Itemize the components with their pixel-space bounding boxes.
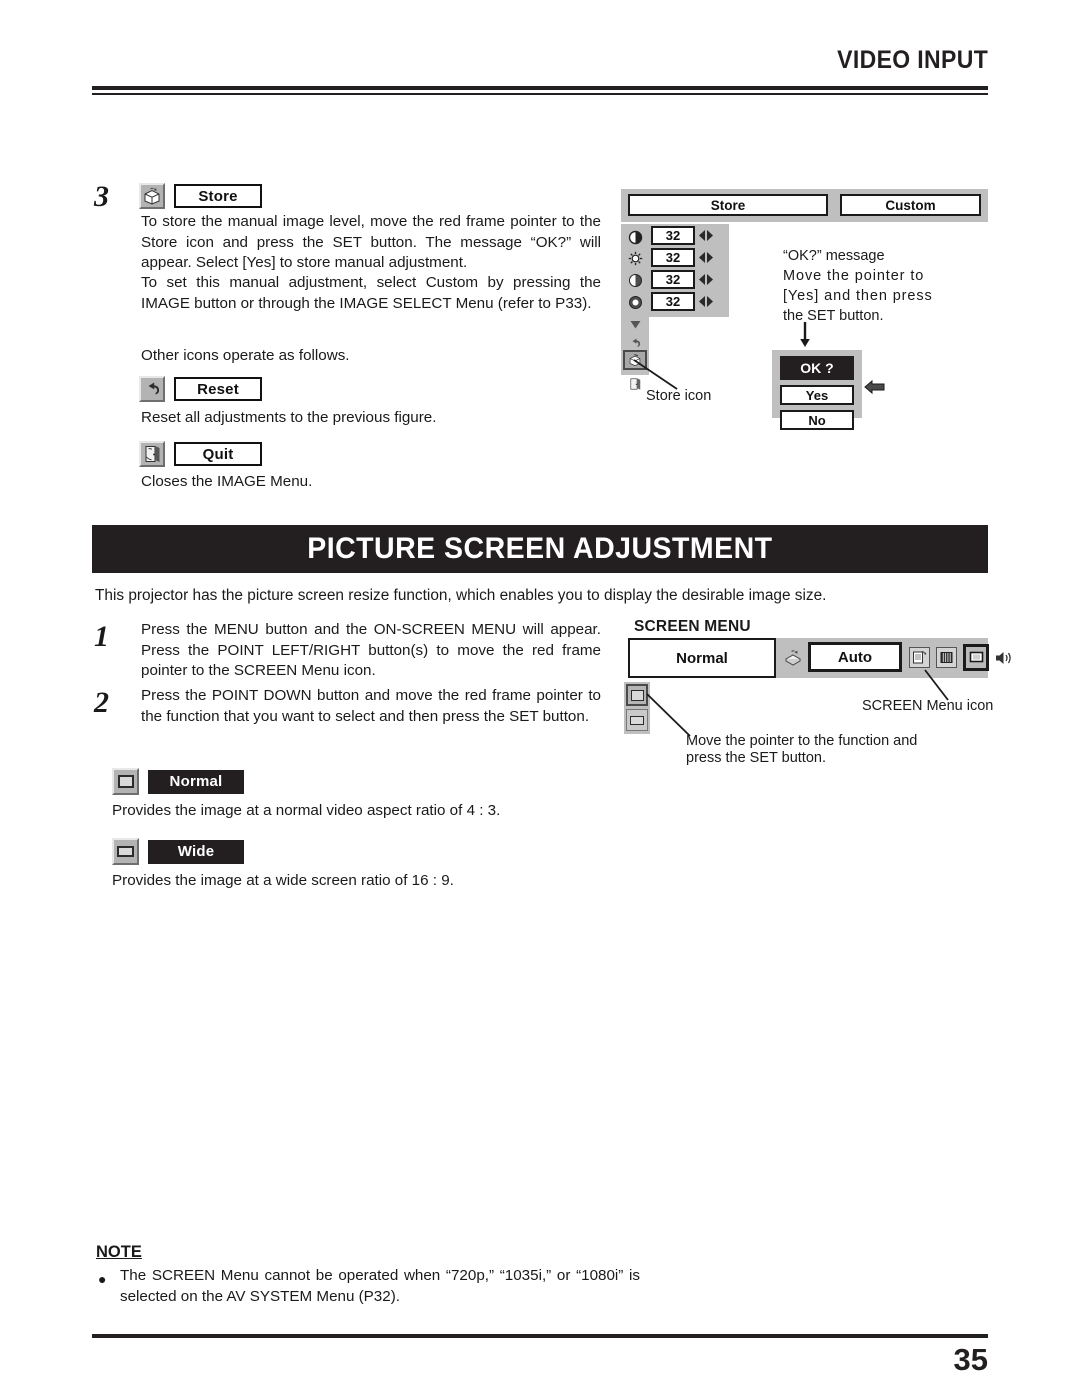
quit-description: Closes the IMAGE Menu. bbox=[141, 473, 313, 490]
image-select-icon[interactable] bbox=[909, 647, 930, 668]
screen-menu-auto[interactable]: Auto bbox=[808, 642, 902, 672]
store-box-icon bbox=[139, 183, 165, 209]
tint-icon[interactable] bbox=[624, 291, 646, 313]
wide-screen-icon bbox=[112, 838, 139, 865]
screen-menu-icon[interactable] bbox=[963, 644, 989, 671]
brightness-icon[interactable] bbox=[624, 247, 646, 269]
pointer-caption-line-2: press the SET button. bbox=[686, 750, 826, 766]
image-osd-icon-column bbox=[621, 224, 649, 390]
footer-rule bbox=[92, 1334, 988, 1338]
image-osd-tabbar: Store Custom bbox=[621, 189, 988, 222]
ok-dialog-no[interactable]: No bbox=[780, 410, 854, 430]
undo-arrow-icon bbox=[139, 376, 165, 402]
step3-paragraph-2: To set this manual adjustment, select Cu… bbox=[141, 274, 601, 312]
ok-message-line-3: [Yes] and then press bbox=[783, 288, 933, 304]
reset-description: Reset all adjustments to the previous fi… bbox=[141, 409, 437, 426]
ok-message-line-1: “OK?” message bbox=[783, 248, 885, 264]
down-arrow-icon bbox=[800, 322, 810, 347]
screen-menu-title: SCREEN MENU bbox=[634, 618, 751, 635]
wide-option-chip: Wide bbox=[112, 838, 244, 865]
ok-dialog-title: OK ? bbox=[780, 356, 854, 380]
screen-menu-icon-caption: SCREEN Menu icon bbox=[862, 698, 994, 714]
osd-row: 32 bbox=[651, 226, 717, 245]
normal-screen-icon bbox=[112, 768, 139, 795]
brightness-value[interactable]: 32 bbox=[651, 248, 695, 267]
step-number-2: 2 bbox=[94, 686, 109, 719]
header-rule-thick bbox=[92, 86, 988, 90]
color-value[interactable]: 32 bbox=[651, 270, 695, 289]
osd-row: 32 bbox=[651, 292, 717, 311]
step3-paragraph-1: To store the manual image level, move th… bbox=[141, 213, 601, 271]
reset-chip: Reset bbox=[139, 376, 262, 402]
section-banner: PICTURE SCREEN ADJUSTMENT bbox=[92, 525, 988, 573]
page-number: 35 bbox=[953, 1342, 988, 1377]
pc-adjust-icon[interactable] bbox=[783, 648, 803, 668]
picture-screen-intro: This projector has the picture screen re… bbox=[95, 587, 827, 604]
wide-chip-label: Wide bbox=[148, 839, 244, 864]
sound-icon[interactable] bbox=[994, 648, 1014, 668]
osd-row: 32 bbox=[651, 248, 717, 267]
tint-arrows-icon[interactable] bbox=[695, 292, 717, 311]
wide-description: Provides the image at a wide screen rati… bbox=[112, 872, 454, 889]
image-adjust-icon[interactable] bbox=[936, 647, 957, 668]
quit-chip: Quit bbox=[139, 441, 262, 467]
normal-chip-label: Normal bbox=[148, 769, 244, 794]
section-banner-title: PICTURE SCREEN ADJUSTMENT bbox=[307, 532, 773, 565]
normal-description: Provides the image at a normal video asp… bbox=[112, 802, 501, 819]
step1-text: Press the MENU button and the ON-SCREEN … bbox=[141, 621, 601, 679]
tint-value[interactable]: 32 bbox=[651, 292, 695, 311]
header-rule-thin bbox=[92, 93, 988, 95]
reset-chip-label: Reset bbox=[174, 377, 262, 401]
contrast-icon[interactable] bbox=[624, 226, 646, 248]
osd-row: 32 bbox=[651, 270, 717, 289]
note-title: NOTE bbox=[96, 1243, 142, 1261]
contrast-arrows-icon[interactable] bbox=[695, 226, 717, 245]
store-chip: Store bbox=[139, 183, 262, 209]
manual-page: VIDEO INPUT 3 Store To store the manual … bbox=[0, 0, 1080, 1397]
step-number-1: 1 bbox=[94, 620, 109, 653]
color-icon[interactable] bbox=[624, 269, 646, 291]
page-header: VIDEO INPUT bbox=[92, 46, 988, 106]
ok-message-line-2: Move the pointer to bbox=[783, 268, 925, 284]
note-bullet-icon: ● bbox=[98, 1271, 107, 1287]
osd-tab-store[interactable]: Store bbox=[628, 194, 828, 216]
osd-tab-custom[interactable]: Custom bbox=[840, 194, 981, 216]
contrast-value[interactable]: 32 bbox=[651, 226, 695, 245]
screen-menu-selected[interactable]: Normal bbox=[628, 638, 776, 678]
ok-dialog-yes[interactable]: Yes bbox=[780, 385, 854, 405]
step3-paragraph-3: Other icons operate as follows. bbox=[141, 347, 350, 364]
page-header-title: VIDEO INPUT bbox=[836, 46, 988, 74]
note-text: The SCREEN Menu cannot be operated when … bbox=[120, 1267, 640, 1305]
color-arrows-icon[interactable] bbox=[695, 270, 717, 289]
quit-chip-label: Quit bbox=[174, 442, 262, 466]
store-chip-label: Store bbox=[174, 184, 262, 208]
store-icon-caption: Store icon bbox=[646, 388, 712, 404]
ok-dialog: OK ? Yes No bbox=[772, 350, 862, 430]
pointer-left-arrow-icon bbox=[864, 379, 885, 395]
exit-door-icon bbox=[139, 441, 165, 467]
image-osd-values: 32 32 32 32 bbox=[649, 224, 729, 317]
brightness-arrows-icon[interactable] bbox=[695, 248, 717, 267]
step2-text: Press the POINT DOWN button and move the… bbox=[141, 687, 601, 725]
step-number-3: 3 bbox=[94, 180, 109, 213]
normal-option-chip: Normal bbox=[112, 768, 244, 795]
